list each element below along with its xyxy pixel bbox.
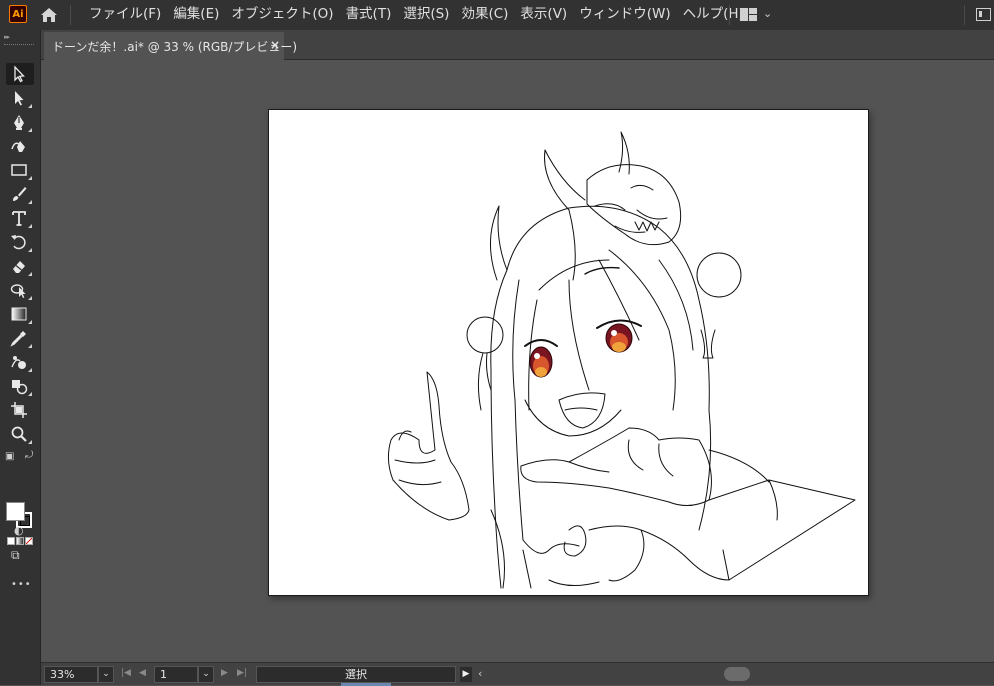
artboard-dropdown-icon[interactable]: ⌄: [198, 666, 214, 683]
chevron-down-icon[interactable]: ⌄: [763, 7, 772, 20]
next-artboard-icon[interactable]: ▶: [221, 668, 228, 678]
left-eye: [524, 339, 558, 378]
paintbrush-tool[interactable]: [6, 183, 34, 205]
menu-view[interactable]: 表示(V): [514, 0, 573, 30]
zoom-dropdown-icon[interactable]: ⌄: [98, 666, 114, 683]
eyedropper-tool[interactable]: [6, 327, 34, 349]
none-mode-icon[interactable]: [25, 537, 33, 545]
home-icon[interactable]: [40, 6, 58, 24]
left-hand: [387, 371, 470, 521]
right-horn: [544, 149, 586, 211]
shape-builder-tool[interactable]: [6, 375, 34, 397]
artboard[interactable]: [268, 109, 869, 596]
puppet-warp-tool[interactable]: [6, 279, 34, 301]
status-bar: 33% ⌄ |◀ ◀ 1 ⌄ ▶ ▶| 選択 ▶ ‹: [41, 662, 994, 686]
menu-divider: [964, 5, 965, 25]
zoom-field[interactable]: 33%: [44, 666, 98, 683]
artboard-icon: [11, 402, 27, 418]
screen-mode-icon[interactable]: ⧉: [11, 548, 20, 563]
default-colors-icon[interactable]: ▣: [5, 451, 14, 462]
close-icon[interactable]: ×: [270, 38, 280, 52]
menu-help[interactable]: ヘルプ(H): [677, 0, 750, 30]
rectangle-icon: [11, 164, 27, 176]
app-logo: Ai: [9, 5, 27, 23]
last-artboard-icon[interactable]: ▶|: [237, 668, 247, 678]
right-eye: [596, 319, 642, 353]
small-horn: [618, 131, 630, 175]
main-menu: ファイル(F) 編集(E) オブジェクト(O) 書式(T) 選択(S) 効果(C…: [83, 0, 750, 30]
color-mode-icon[interactable]: [7, 537, 15, 545]
rectangle-tool[interactable]: [6, 159, 34, 181]
previous-artboard-icon[interactable]: ◀: [139, 668, 146, 678]
curvature-pen-icon: [11, 141, 25, 152]
artboard-tool[interactable]: [6, 399, 34, 421]
swap-colors-icon[interactable]: ⤾: [25, 450, 33, 461]
direct-selection-tool[interactable]: [6, 87, 34, 109]
menu-edit[interactable]: 編集(E): [167, 0, 225, 30]
status-current-tool[interactable]: 選択: [256, 666, 456, 683]
menu-type[interactable]: 書式(T): [340, 0, 398, 30]
document-tab[interactable]: ドーンだ余！.ai* @ 33 % (RGB/プレビュー) ×: [44, 32, 297, 60]
gradient-tool[interactable]: [6, 303, 34, 325]
horizontal-scrollbar-thumb[interactable]: [724, 667, 750, 681]
menu-object[interactable]: オブジェクト(O): [225, 0, 339, 30]
rotate-icon: [11, 235, 26, 250]
workspace-layout-icon[interactable]: [740, 8, 757, 21]
draw-mode-icon[interactable]: ◐: [14, 524, 24, 537]
menu-bar: Ai ファイル(F) 編集(E) オブジェクト(O) 書式(T) 選択(S) 効…: [0, 0, 994, 30]
menu-file[interactable]: ファイル(F): [83, 0, 167, 30]
line-art-illustration: [387, 131, 856, 589]
gradient-icon: [11, 307, 27, 321]
eyedropper-icon: [10, 331, 26, 347]
gradient-mode-icon[interactable]: [16, 537, 24, 545]
magnifier-icon: [11, 426, 27, 442]
blend-tool[interactable]: [6, 351, 34, 373]
zoom-tool[interactable]: [6, 423, 34, 445]
eraser-icon: [13, 261, 25, 273]
clothing: [708, 479, 856, 581]
curvature-tool[interactable]: [6, 135, 34, 157]
type-icon: [12, 211, 26, 226]
artboard-number-field[interactable]: 1: [154, 666, 198, 683]
menu-divider: [70, 5, 71, 25]
menu-select[interactable]: 選択(S): [397, 0, 455, 30]
document-tab-title: ドーンだ余！.ai* @ 33 % (RGB/プレビュー): [52, 40, 298, 54]
menu-divider: [729, 5, 730, 25]
panel-grip-line: [4, 44, 34, 47]
more-tools-icon[interactable]: •••: [11, 579, 32, 590]
left-horn: [489, 205, 508, 281]
eraser-tool[interactable]: [6, 255, 34, 277]
canvas-area[interactable]: [42, 61, 994, 662]
mouth: [558, 392, 606, 429]
menu-effect[interactable]: 効果(C): [455, 0, 514, 30]
blend-icon: [11, 356, 26, 369]
status-menu-arrow-icon[interactable]: ▶: [460, 667, 472, 682]
tools-panel: ▸▸ ▣ ⤾ ◐ ⧉ •••: [0, 30, 41, 685]
arrow-icon: [14, 65, 25, 83]
scroll-left-icon[interactable]: ‹: [478, 667, 482, 680]
panel-toggle-icon[interactable]: [976, 8, 991, 21]
first-artboard-icon[interactable]: |◀: [121, 668, 131, 678]
direct-arrow-icon: [15, 91, 24, 106]
selection-tool[interactable]: [6, 63, 34, 85]
pen-tool[interactable]: [6, 111, 34, 133]
pen-icon: [14, 115, 24, 130]
panel-grip-icon[interactable]: ▸▸: [4, 33, 10, 41]
fill-swatch[interactable]: [6, 502, 25, 521]
puppet-warp-icon: [10, 284, 26, 298]
brush-icon: [13, 187, 27, 201]
menu-window[interactable]: ウィンドウ(W): [573, 0, 676, 30]
right-hand: [520, 427, 712, 506]
document-tab-bar: ドーンだ余！.ai* @ 33 % (RGB/プレビュー) ×: [41, 30, 994, 60]
shape-builder-icon: [12, 380, 28, 395]
type-tool[interactable]: [6, 207, 34, 229]
rotate-tool[interactable]: [6, 231, 34, 253]
